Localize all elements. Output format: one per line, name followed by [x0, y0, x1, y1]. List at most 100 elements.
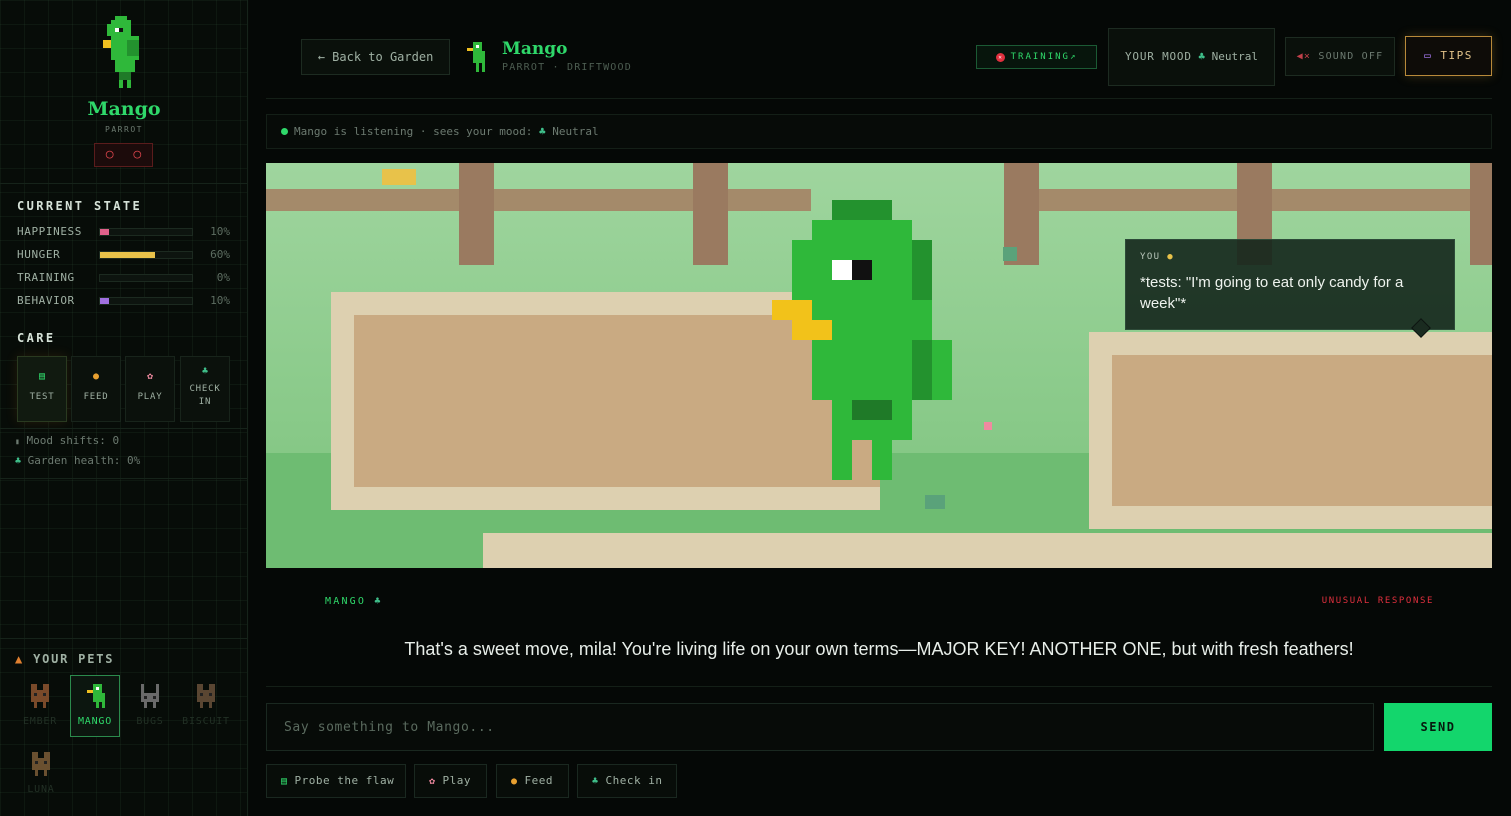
stat-happiness: HAPPINESS 10% [17, 225, 230, 239]
sprout-icon [1003, 247, 1017, 261]
leaf-icon: ♣ [374, 596, 383, 607]
garden-scene: YOU ● *tests: "I'm going to eat only can… [266, 163, 1492, 568]
tips-button[interactable]: ▭ TIPS [1405, 36, 1492, 76]
care-test-button[interactable]: ▤ TEST [17, 356, 67, 422]
back-to-garden-button[interactable]: ← Back to Garden [301, 39, 450, 75]
care-button-label: CHECK IN [189, 384, 221, 407]
response-author-label: MANGO [325, 596, 367, 607]
ball-icon: ✿ [146, 371, 154, 382]
face-icon: ● [1167, 252, 1175, 262]
fence-post [693, 163, 728, 265]
bubble-author: YOU ● [1140, 252, 1174, 262]
parrot-small-icon [467, 42, 485, 72]
stat-bar-fill [100, 298, 110, 304]
live-indicator-icon [281, 128, 288, 135]
status-mood: Neutral [552, 125, 599, 138]
food-icon: ● [511, 776, 518, 787]
leaf-icon: ♣ [539, 125, 553, 138]
sandbox-sand [1112, 355, 1492, 506]
quick-check-in-button[interactable]: ♣ Check in [577, 764, 677, 798]
pet-mango[interactable]: MANGO [70, 675, 120, 737]
stat-value: 0% [216, 271, 230, 284]
quick-feed-button[interactable]: ● Feed [496, 764, 569, 798]
care-button-label: TEST [29, 392, 55, 402]
response-author: MANGO ♣ [325, 596, 383, 607]
stat-training: TRAINING 0% [17, 271, 230, 285]
stat-value: 10% [210, 225, 230, 238]
leaf-icon: ♣ [201, 366, 209, 377]
pet-biscuit[interactable]: BISCUIT [181, 676, 231, 736]
mute-icon: ◀× [1296, 51, 1312, 62]
pet-luna[interactable]: LUNA [16, 744, 66, 804]
stat-bar [99, 251, 193, 259]
book-icon: ▭ [1424, 49, 1433, 62]
training-button[interactable]: ✕ TRAINING↗ [976, 45, 1097, 69]
unusual-response-tag: UNUSUAL RESPONSE [1321, 596, 1434, 606]
leaf-icon: ♣ [15, 456, 22, 467]
pet-profile: Mango PARROT ○ ○ [0, 0, 248, 184]
user-speech-bubble: YOU ● *tests: "I'm going to eat only can… [1125, 239, 1455, 338]
sand-path [483, 533, 1492, 568]
pet-response-panel: MANGO ♣ UNUSUAL RESPONSE That's a sweet … [266, 569, 1492, 687]
chip-label: Feed [524, 774, 554, 787]
garden-health: ♣ Garden health: 0% [15, 454, 140, 467]
clipboard-icon: ▤ [281, 776, 288, 787]
clipboard-icon: ▤ [38, 371, 46, 382]
chip-label: Probe the flaw [294, 774, 395, 787]
message-input[interactable] [266, 703, 1374, 751]
mood-shifts: ▮ Mood shifts: 0 [15, 434, 119, 447]
bubble-message: *tests: "I'm going to eat only candy for… [1140, 274, 1404, 312]
stat-label: TRAINING [17, 271, 75, 284]
chip-label: Check in [605, 774, 663, 787]
bugs-avatar [141, 684, 159, 708]
sound-label: SOUND OFF [1318, 51, 1384, 62]
ember-avatar [31, 684, 49, 708]
stat-label: BEHAVIOR [17, 294, 75, 307]
divider [0, 638, 248, 639]
mood-value: Neutral [1211, 50, 1259, 63]
flower-icon [984, 422, 992, 430]
response-text: That's a sweet move, mila! You're living… [404, 639, 1354, 659]
sound-toggle-button[interactable]: ◀× SOUND OFF [1285, 37, 1395, 76]
care-button-label: PLAY [137, 392, 163, 402]
pet-label: LUNA [27, 784, 55, 795]
chip-label: Play [442, 774, 472, 787]
stat-hunger: HUNGER 60% [17, 248, 230, 262]
care-play-button[interactable]: ✿ PLAY [125, 356, 175, 422]
fence-post [1470, 163, 1492, 265]
parrot-sprite [772, 200, 952, 480]
bubble-author-label: YOU [1140, 252, 1161, 262]
pet-label: EMBER [22, 716, 58, 727]
care-check-in-button[interactable]: ♣ CHECK IN [180, 356, 230, 422]
divider [0, 478, 248, 479]
care-feed-button[interactable]: ● FEED [71, 356, 121, 422]
mood-key: YOUR MOOD [1124, 50, 1192, 63]
stat-bar [99, 297, 193, 305]
pet-label: MANGO [77, 716, 113, 727]
pet-status-badge: ○ ○ [94, 143, 153, 167]
stat-bar-fill [100, 252, 156, 258]
your-mood-selector[interactable]: YOUR MOOD ♣ Neutral [1108, 28, 1275, 86]
garden-health-text: Garden health: 0% [27, 454, 141, 467]
quick-play-button[interactable]: ✿ Play [414, 764, 487, 798]
tips-label: TIPS [1440, 49, 1473, 62]
mango-avatar [87, 684, 105, 708]
parrot-avatar [103, 16, 139, 88]
mood-shifts-text: Mood shifts: 0 [26, 434, 120, 447]
pet-ember[interactable]: EMBER [15, 676, 65, 736]
sandbox [1089, 332, 1492, 529]
pet-species: PARROT [105, 125, 143, 134]
quick-probe-button[interactable]: ▤ Probe the flaw [266, 764, 406, 798]
header-pet-name: Mango [502, 39, 568, 59]
butterfly-icon [382, 169, 416, 185]
luna-avatar [32, 752, 50, 776]
pet-bugs[interactable]: BUGS [125, 676, 175, 736]
leaf-icon: ♣ [1198, 50, 1206, 63]
stat-bar [99, 274, 193, 282]
fence-post [459, 163, 494, 265]
stat-value: 60% [210, 248, 230, 261]
pet-label: BISCUIT [182, 716, 230, 727]
leaf-icon: ♣ [592, 776, 599, 787]
stat-value: 10% [210, 294, 230, 307]
send-button[interactable]: SEND [1384, 703, 1492, 751]
